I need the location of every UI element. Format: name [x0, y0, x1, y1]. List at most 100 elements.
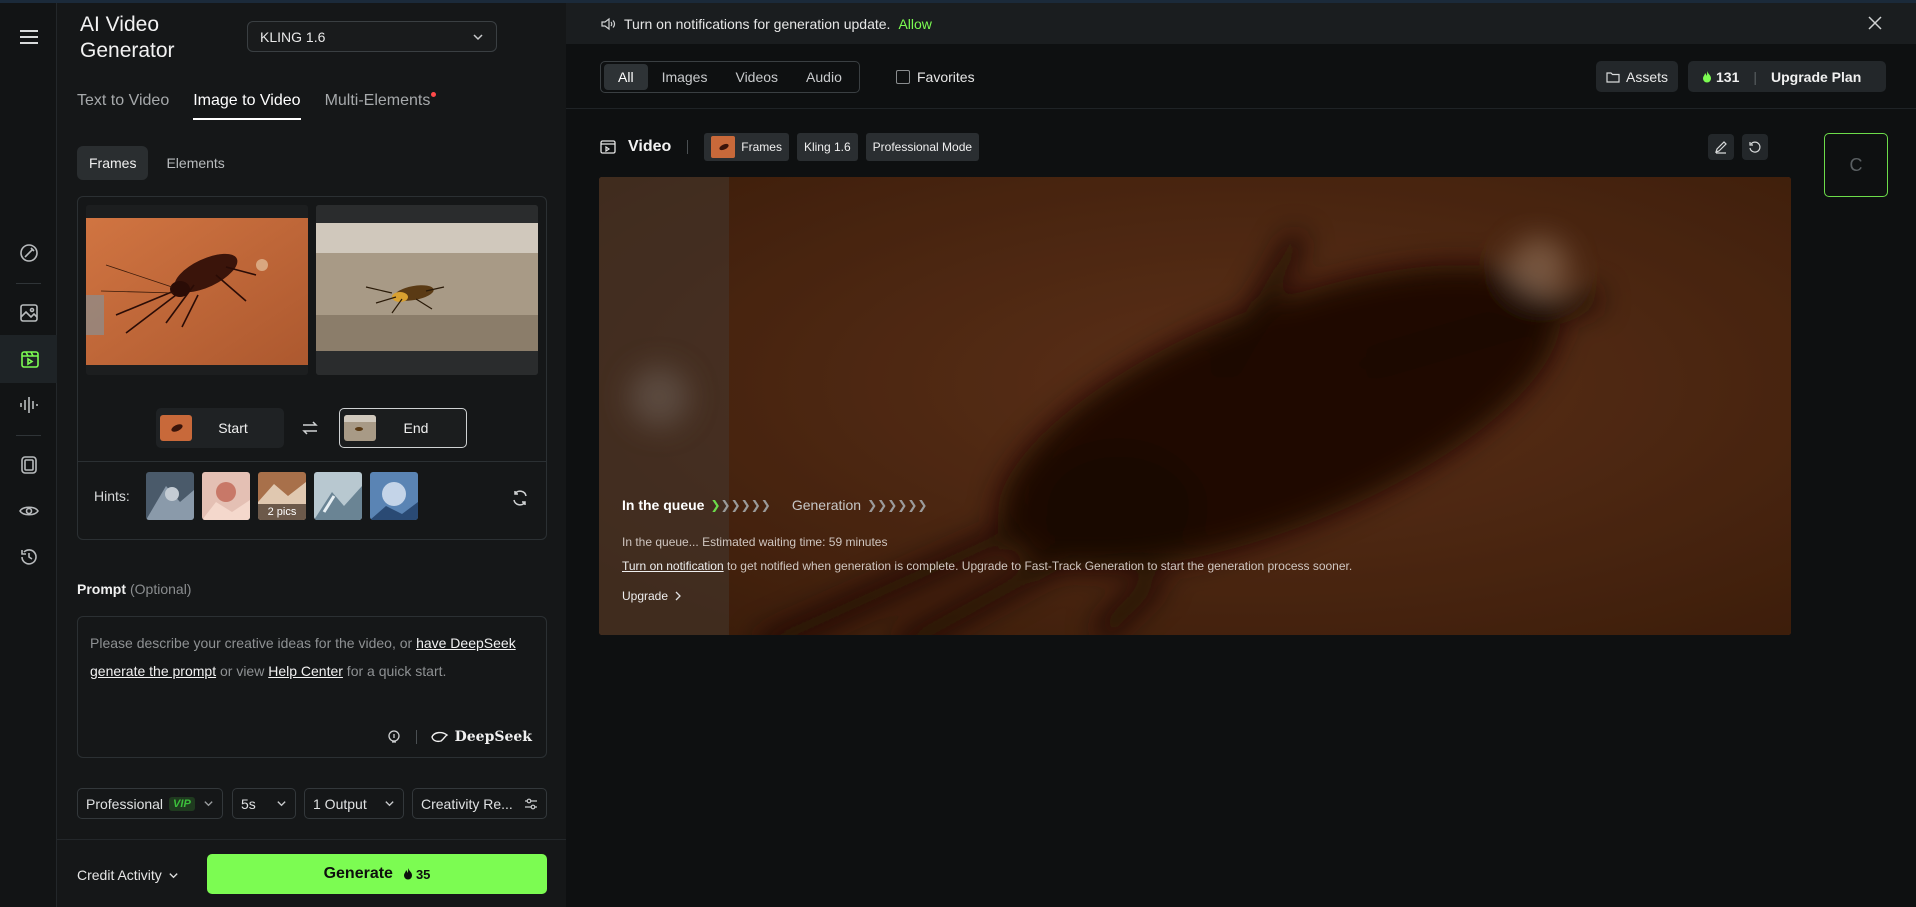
prompt-placeholder: Please describe your creative ideas for …: [90, 629, 530, 685]
regenerate-button[interactable]: [1742, 134, 1768, 160]
upgrade-link[interactable]: Upgrade: [622, 589, 1782, 603]
credits-upgrade-box: 131 | Upgrade Plan: [1688, 61, 1886, 92]
tab-text-to-video[interactable]: Text to Video: [77, 92, 169, 120]
history-icon[interactable]: [0, 533, 57, 581]
frames-box: Start End Hints: 2 pics: [77, 196, 547, 540]
undo-icon: [1749, 141, 1761, 153]
credit-activity-dropdown[interactable]: Credit Activity: [77, 867, 179, 883]
prompt-input[interactable]: Please describe your creative ideas for …: [77, 616, 547, 758]
divider: [78, 461, 546, 462]
hint-thumbnail[interactable]: [370, 472, 418, 520]
checkbox[interactable]: [896, 70, 910, 84]
tag-model: Kling 1.6: [796, 133, 858, 161]
pencil-icon: [1715, 141, 1727, 154]
allow-notifications-link[interactable]: Allow: [898, 16, 931, 32]
hint-thumbnail[interactable]: [314, 472, 362, 520]
mode-select[interactable]: Professional VIP: [77, 788, 223, 819]
assets-button[interactable]: Assets: [1596, 61, 1679, 92]
close-icon[interactable]: [1868, 16, 1882, 30]
creativity-select[interactable]: Creativity Re...: [412, 788, 547, 819]
lightbulb-icon[interactable]: [386, 729, 402, 745]
notification-hint: Turn on notification to get notified whe…: [622, 559, 1782, 573]
sub-tabs: Frames Elements: [77, 146, 237, 180]
chevron-down-icon: [169, 872, 178, 878]
sliders-icon: [525, 798, 537, 809]
progress-chevrons: ❯ ❯ ❯ ❯ ❯ ❯: [867, 498, 927, 512]
subtab-frames[interactable]: Frames: [77, 146, 149, 180]
filter-videos[interactable]: Videos: [721, 64, 792, 90]
video-icon[interactable]: [0, 335, 57, 383]
model-select[interactable]: KLING 1.6: [247, 21, 497, 52]
hints-label: Hints:: [94, 488, 130, 504]
credit-activity-label: Credit Activity: [77, 867, 162, 883]
tab-multi-elements-label: Multi-Elements: [324, 92, 431, 109]
chevron-down-icon: [473, 33, 483, 40]
generator-panel: AI Video Generator KLING 1.6 Text to Vid…: [57, 3, 566, 907]
hint-thumbnail[interactable]: 2 pics: [258, 472, 306, 520]
frame-icon[interactable]: [0, 441, 57, 489]
upgrade-label: Upgrade: [622, 589, 669, 603]
start-frame-image[interactable]: [86, 205, 308, 375]
filter-images[interactable]: Images: [648, 64, 722, 90]
hint-thumbnail[interactable]: [202, 472, 250, 520]
chevron-down-icon: [277, 801, 286, 807]
audio-wave-icon[interactable]: [0, 381, 57, 429]
hint-thumbnail[interactable]: [146, 472, 194, 520]
deepseek-label: DeepSeek: [454, 729, 532, 745]
chevron-right-icon: [675, 591, 681, 601]
assets-label: Assets: [1626, 68, 1669, 85]
edit-button[interactable]: [1708, 134, 1734, 160]
end-frame-button[interactable]: End: [339, 408, 467, 448]
loading-spinner: C: [1849, 154, 1863, 175]
progress-chevrons: ❯ ❯ ❯ ❯ ❯ ❯: [710, 498, 770, 512]
chevron-down-icon: [385, 801, 394, 807]
model-select-value: KLING 1.6: [260, 28, 326, 45]
tab-image-to-video[interactable]: Image to Video: [193, 92, 301, 120]
video-task-header: Video Frames Kling 1.6 Professional Mode: [600, 132, 980, 162]
notification-text: Turn on notifications for generation upd…: [624, 15, 891, 32]
deepseek-button[interactable]: DeepSeek: [430, 729, 532, 745]
generate-button[interactable]: Generate 35: [207, 854, 547, 894]
speaker-icon: [601, 17, 616, 30]
generation-thumbnail[interactable]: C: [1824, 133, 1888, 197]
filter-audio[interactable]: Audio: [792, 64, 856, 90]
rail-separator: [16, 435, 41, 436]
step-generation: Generation: [791, 497, 862, 513]
prompt-optional-label: (Optional): [130, 581, 192, 597]
prompt-title: Prompt (Optional): [77, 581, 191, 597]
magic-pen-icon[interactable]: [0, 229, 57, 277]
help-center-link[interactable]: Help Center: [268, 663, 343, 679]
end-frame-image[interactable]: [316, 205, 538, 375]
start-frame-button[interactable]: Start: [156, 408, 284, 448]
prompt-placeholder-text: or view: [216, 663, 269, 679]
image-icon[interactable]: [0, 289, 57, 337]
duration-select[interactable]: 5s: [232, 788, 296, 819]
refresh-icon[interactable]: [510, 488, 530, 508]
start-frame-thumb: [160, 415, 192, 441]
flame-icon: [1703, 70, 1711, 82]
prompt-placeholder-text: Please describe your creative ideas for …: [90, 635, 417, 651]
hints-row: Hints: 2 pics: [78, 468, 546, 526]
tag-frames: Frames: [704, 133, 789, 161]
eye-icon[interactable]: [0, 487, 57, 535]
wait-time-text: In the queue... Estimated waiting time: …: [622, 535, 888, 549]
turn-on-notification-link[interactable]: Turn on notification: [622, 559, 724, 573]
menu-icon[interactable]: [0, 13, 57, 61]
flame-icon: [403, 868, 412, 880]
icon-rail: [0, 3, 57, 907]
favorites-checkbox[interactable]: Favorites: [896, 69, 975, 85]
upgrade-plan-button[interactable]: Upgrade Plan: [1771, 69, 1861, 85]
mode-value: Professional: [86, 795, 164, 812]
app-title: AI Video Generator: [80, 13, 175, 62]
outputs-select[interactable]: 1 Output: [304, 788, 404, 819]
tab-multi-elements[interactable]: Multi-Elements: [324, 92, 437, 120]
deepseek-whale-icon: [430, 731, 448, 743]
filter-all[interactable]: All: [604, 64, 648, 90]
credits-value: 131: [1716, 68, 1740, 85]
subtab-elements[interactable]: Elements: [154, 146, 236, 180]
generate-label: Generate: [323, 865, 393, 882]
toolbar-separator: [415, 730, 417, 744]
swap-icon[interactable]: [300, 418, 320, 438]
generate-cost-value: 35: [415, 866, 431, 882]
outputs-value: 1 Output: [313, 795, 367, 812]
